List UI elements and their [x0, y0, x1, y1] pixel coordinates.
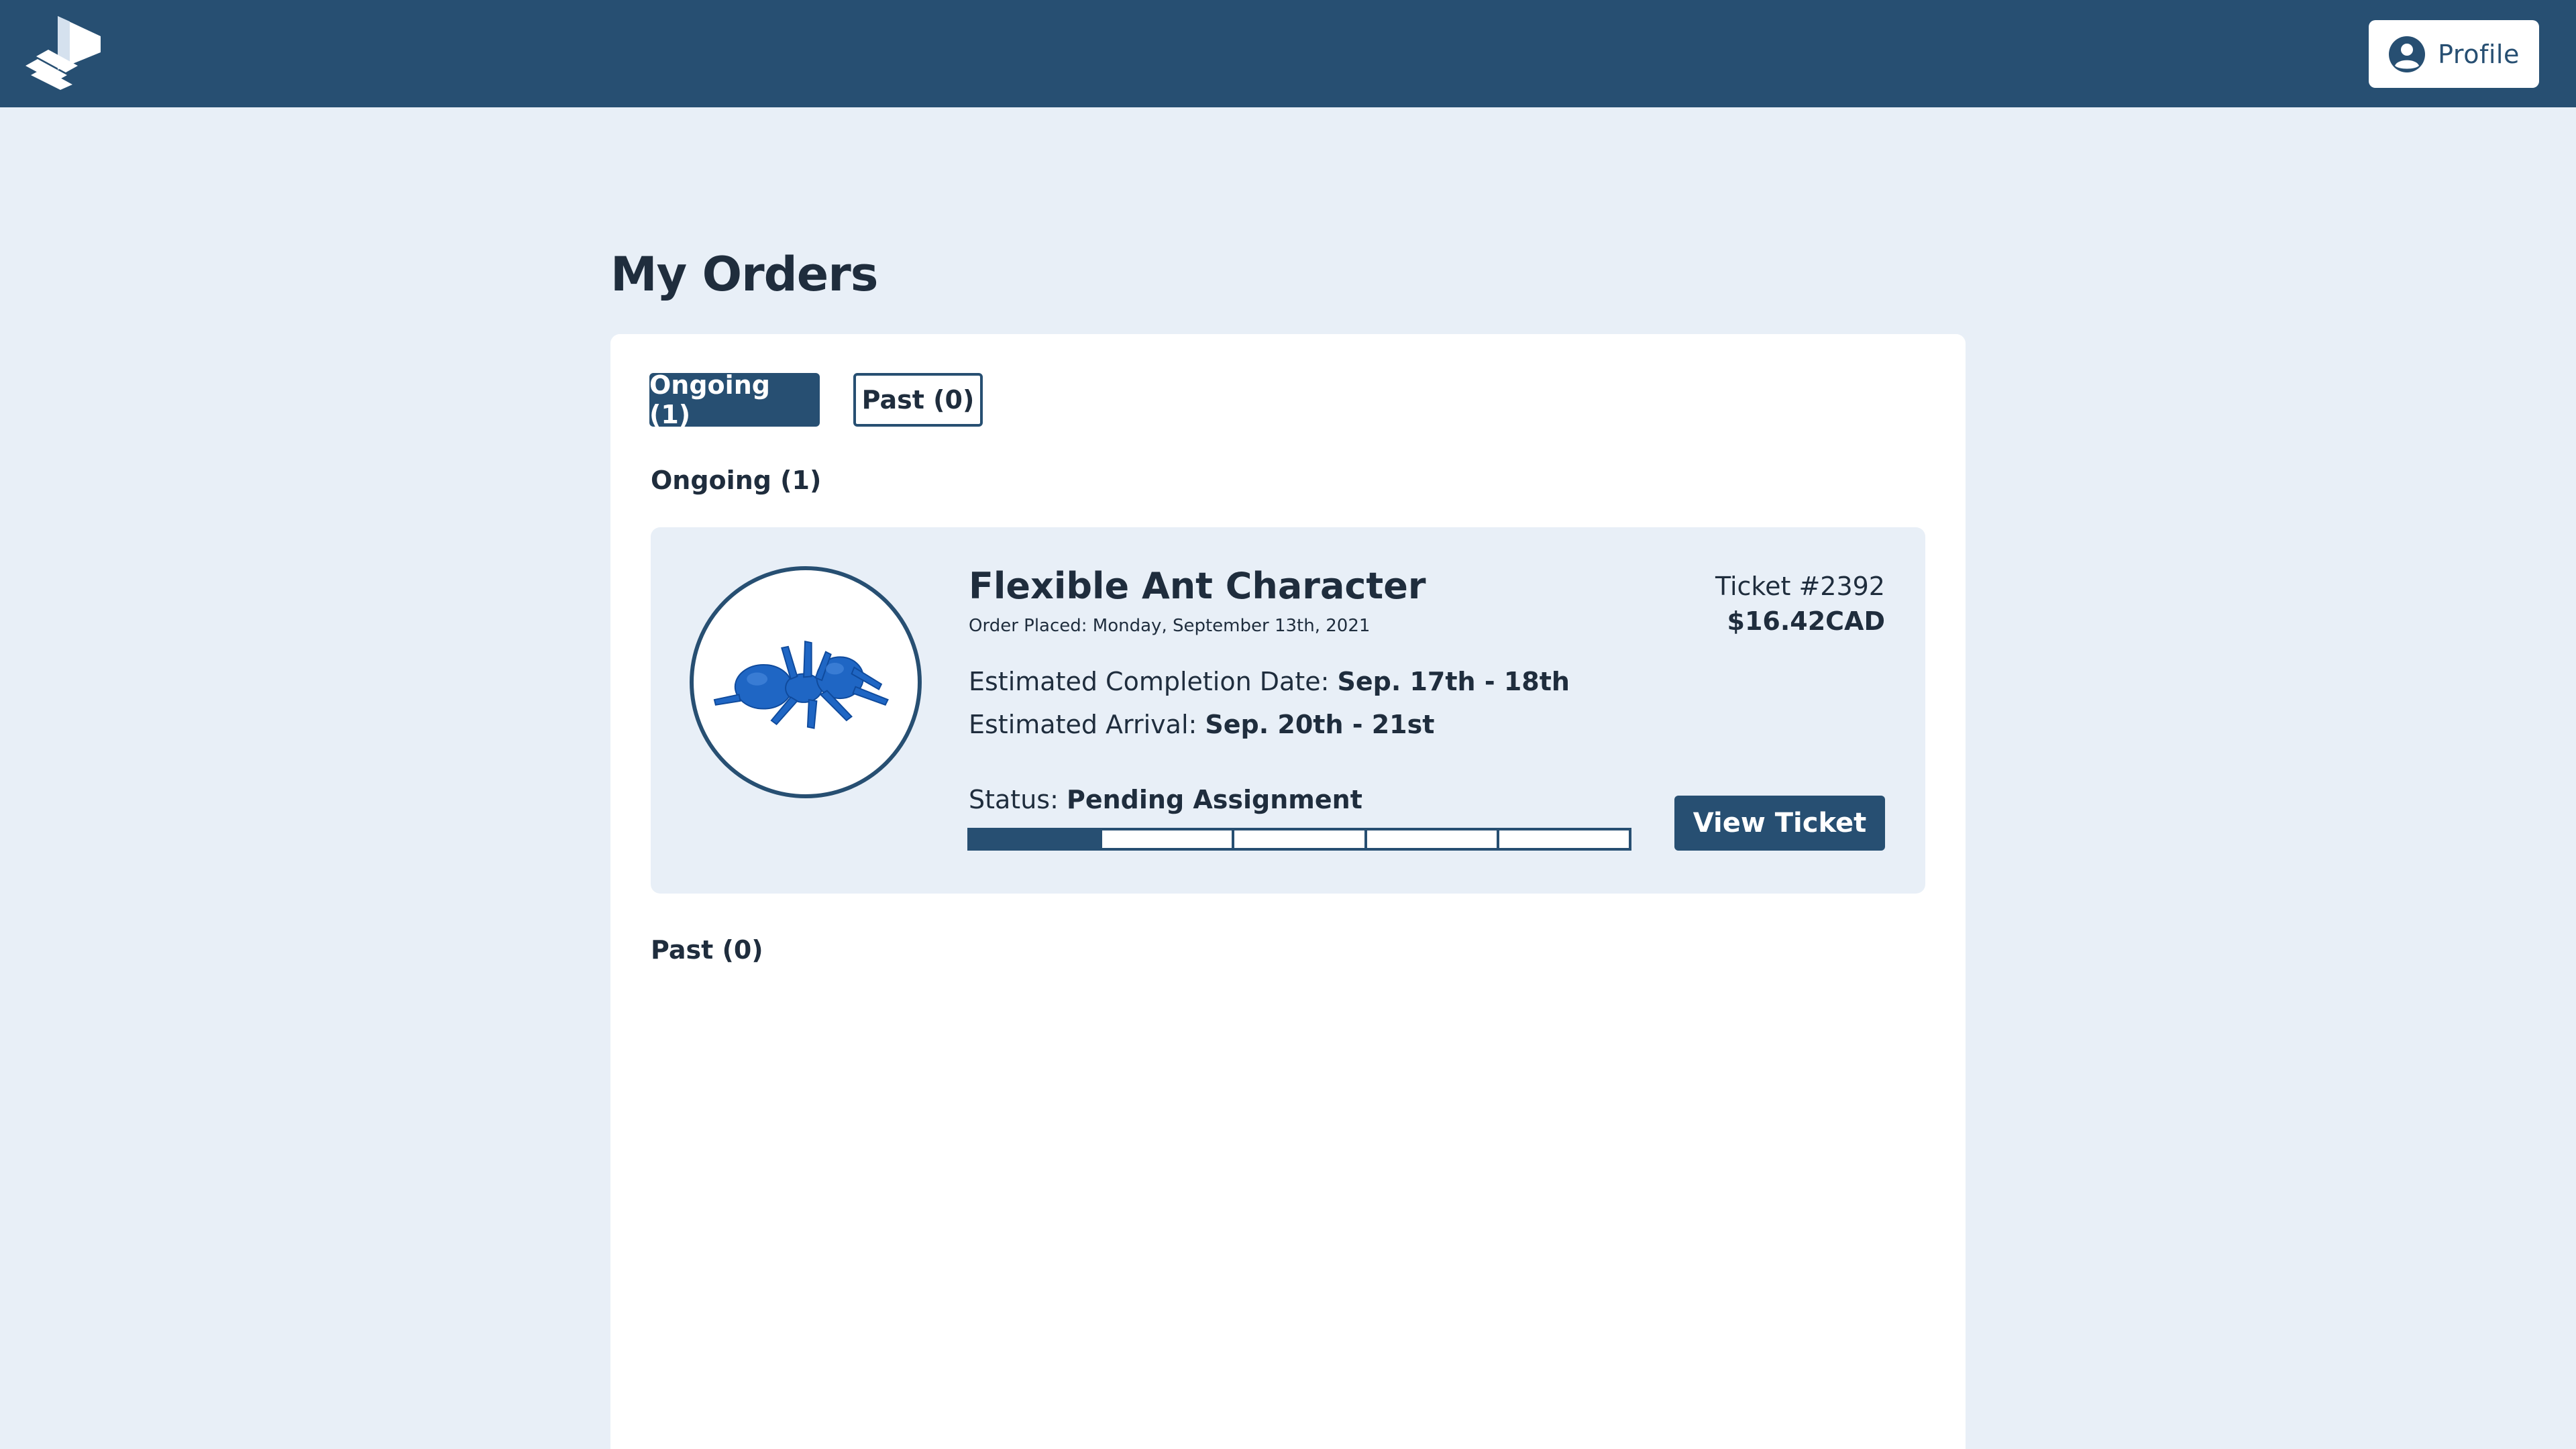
estimated-completion-value: Sep. 17th - 18th: [1337, 667, 1570, 696]
progress-step-5: [1499, 830, 1629, 848]
page-title: My Orders: [610, 247, 878, 302]
estimated-completion: Estimated Completion Date: Sep. 17th - 1…: [969, 667, 1570, 696]
progress-step-2: [1102, 830, 1235, 848]
estimated-completion-label: Estimated Completion Date:: [969, 667, 1338, 696]
order-placed-date: Order Placed: Monday, September 13th, 20…: [969, 616, 1371, 636]
estimated-arrival-label: Estimated Arrival:: [969, 710, 1205, 739]
order-card: Flexible Ant Character Order Placed: Mon…: [651, 527, 1925, 894]
orders-panel: Ongoing (1) Past (0) Ongoing (1) Flexibl…: [610, 334, 1966, 1449]
stacked-flag-logo-icon[interactable]: [25, 16, 103, 90]
progress-step-1: [970, 830, 1103, 848]
top-navigation-bar: Profile: [0, 0, 2576, 107]
order-status: Status: Pending Assignment: [969, 785, 1362, 814]
progress-step-3: [1234, 830, 1367, 848]
estimated-arrival-value: Sep. 20th - 21st: [1205, 710, 1435, 739]
tab-ongoing[interactable]: Ongoing (1): [649, 370, 820, 429]
order-price: $16.42CAD: [1727, 606, 1885, 636]
ongoing-section-heading: Ongoing (1): [651, 466, 822, 495]
progress-step-4: [1367, 830, 1499, 848]
past-section-heading: Past (0): [651, 935, 763, 965]
order-status-value: Pending Assignment: [1066, 785, 1362, 814]
profile-button[interactable]: Profile: [2369, 20, 2539, 88]
user-circle-icon: [2389, 36, 2426, 72]
ticket-number: Ticket #2392: [1715, 572, 1885, 601]
profile-label: Profile: [2438, 39, 2520, 69]
tab-past[interactable]: Past (0): [853, 373, 983, 427]
order-progress-bar: [967, 828, 1631, 851]
order-thumbnail: [690, 566, 922, 798]
ant-model-icon: [713, 641, 889, 729]
view-ticket-button[interactable]: View Ticket: [1674, 796, 1885, 851]
order-status-label: Status:: [969, 785, 1067, 814]
estimated-arrival: Estimated Arrival: Sep. 20th - 21st: [969, 710, 1434, 739]
order-title: Flexible Ant Character: [969, 565, 1426, 607]
